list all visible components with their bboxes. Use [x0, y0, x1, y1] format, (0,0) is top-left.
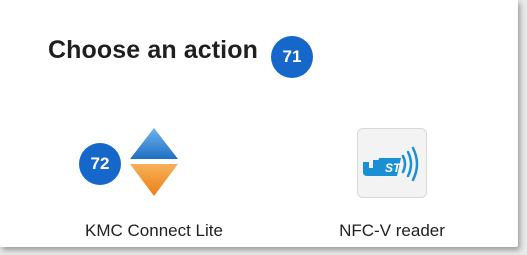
svg-text:ST: ST — [385, 161, 402, 175]
app-option-nfc-v-reader[interactable]: ST NFC-V reader — [304, 126, 480, 246]
marker-badge-72: 72 — [79, 143, 121, 185]
chooser-dialog: Choose an action 71 KMC Connect Lite 72 … — [0, 0, 518, 247]
dialog-title: Choose an action — [48, 36, 258, 64]
kmc-updown-arrows-icon — [118, 126, 190, 198]
marker-badge-71: 71 — [271, 36, 313, 78]
nfc-reader-icon: ST — [357, 128, 429, 200]
app-label-kmc-connect-lite: KMC Connect Lite — [85, 221, 223, 240]
app-label-nfc-v-reader: NFC-V reader — [339, 221, 445, 240]
